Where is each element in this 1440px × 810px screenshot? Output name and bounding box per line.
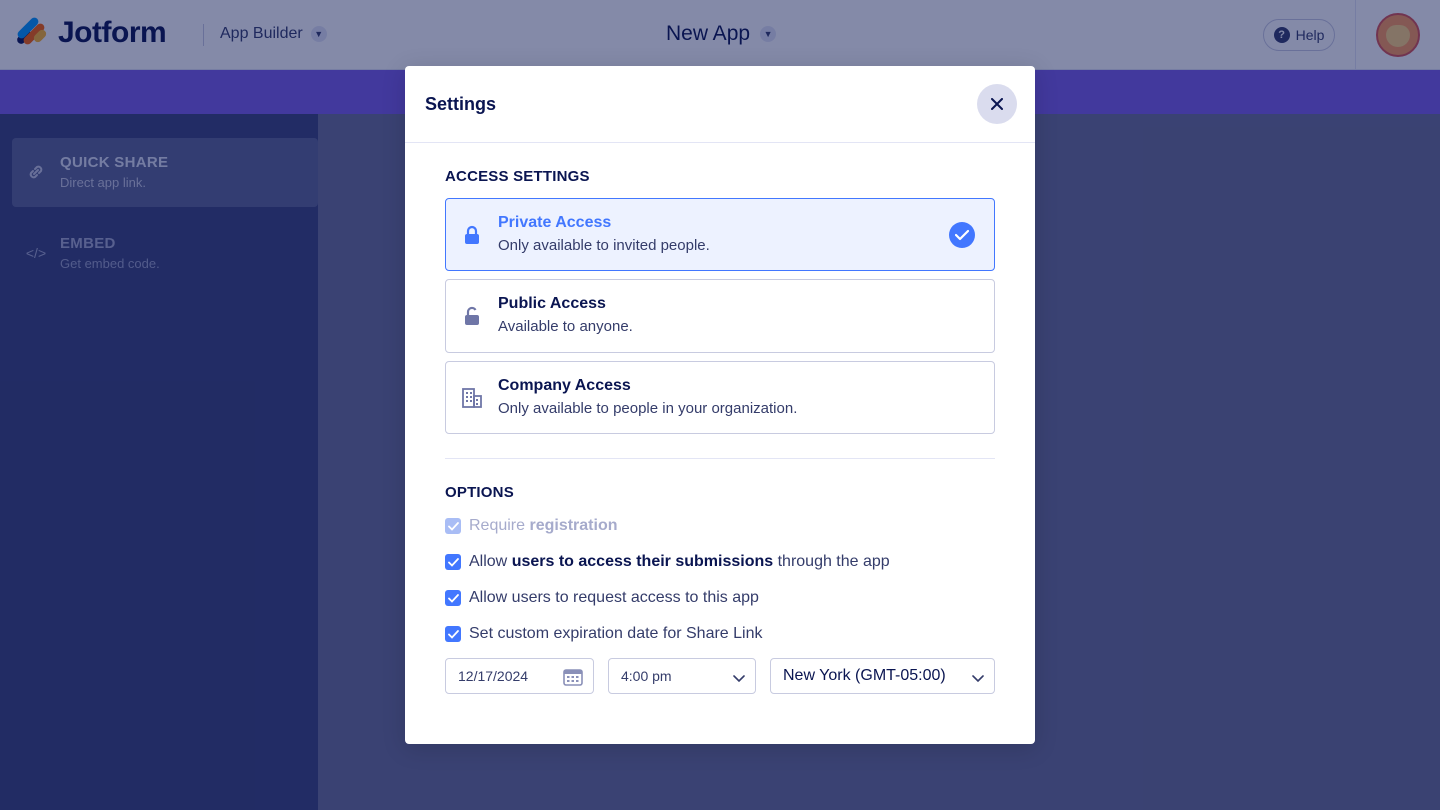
settings-modal: Settings ACCESS SETTINGS Private Access … [405, 66, 1035, 744]
options-heading: OPTIONS [445, 484, 514, 501]
calendar-icon[interactable] [563, 668, 583, 689]
require-registration-checkbox [445, 518, 461, 534]
close-icon [991, 98, 1003, 110]
allow-request-access-option[interactable]: Allow users to request access to this ap… [445, 588, 759, 608]
expiration-time-value: 4:00 pm [621, 668, 672, 684]
expiration-date-input[interactable]: 12/17/2024 [445, 658, 594, 694]
timezone-select[interactable]: New York (GMT-05:00) [770, 658, 995, 694]
option-label: Allow users to access their submissions … [469, 553, 890, 570]
chevron-down-icon [733, 670, 745, 686]
modal-title: Settings [425, 94, 497, 114]
expiration-date-value: 12/17/2024 [458, 668, 529, 684]
expiration-time-select[interactable]: 4:00 pm [608, 658, 756, 694]
public-access-option[interactable]: Public Access Available to anyone. [445, 279, 995, 353]
close-button[interactable] [977, 84, 1017, 124]
timezone-value: New York (GMT-05:00) [783, 667, 946, 684]
checkmark-icon [447, 593, 459, 603]
access-option-title: Company Access [498, 377, 631, 394]
allow-submissions-checkbox[interactable] [445, 554, 461, 570]
building-icon [460, 386, 484, 410]
checkmark-icon [949, 222, 975, 248]
option-label: Allow users to request access to this ap… [469, 589, 759, 606]
access-option-subtitle: Only available to people in your organiz… [498, 400, 798, 417]
access-option-title: Private Access [498, 214, 612, 231]
access-option-subtitle: Only available to invited people. [498, 237, 710, 254]
require-registration-option: Require registration [445, 516, 618, 536]
checkmark-icon [447, 557, 459, 567]
company-access-option[interactable]: Company Access Only available to people … [445, 361, 995, 434]
custom-expiration-option[interactable]: Set custom expiration date for Share Lin… [445, 624, 763, 644]
option-label: Require registration [469, 517, 618, 534]
allow-submissions-option[interactable]: Allow users to access their submissions … [445, 552, 890, 572]
access-settings-heading: ACCESS SETTINGS [445, 168, 590, 185]
custom-expiration-checkbox[interactable] [445, 626, 461, 642]
access-option-title: Public Access [498, 295, 606, 312]
allow-request-access-checkbox[interactable] [445, 590, 461, 606]
chevron-down-icon [972, 670, 984, 688]
unlock-icon [460, 304, 484, 328]
checkmark-icon [447, 629, 459, 639]
private-access-option[interactable]: Private Access Only available to invited… [445, 198, 995, 271]
checkmark-icon [447, 521, 459, 531]
access-option-subtitle: Available to anyone. [498, 318, 633, 335]
option-label: Set custom expiration date for Share Lin… [469, 625, 763, 642]
lock-icon [460, 223, 484, 247]
modal-header: Settings [405, 66, 1035, 143]
section-divider [445, 458, 995, 459]
